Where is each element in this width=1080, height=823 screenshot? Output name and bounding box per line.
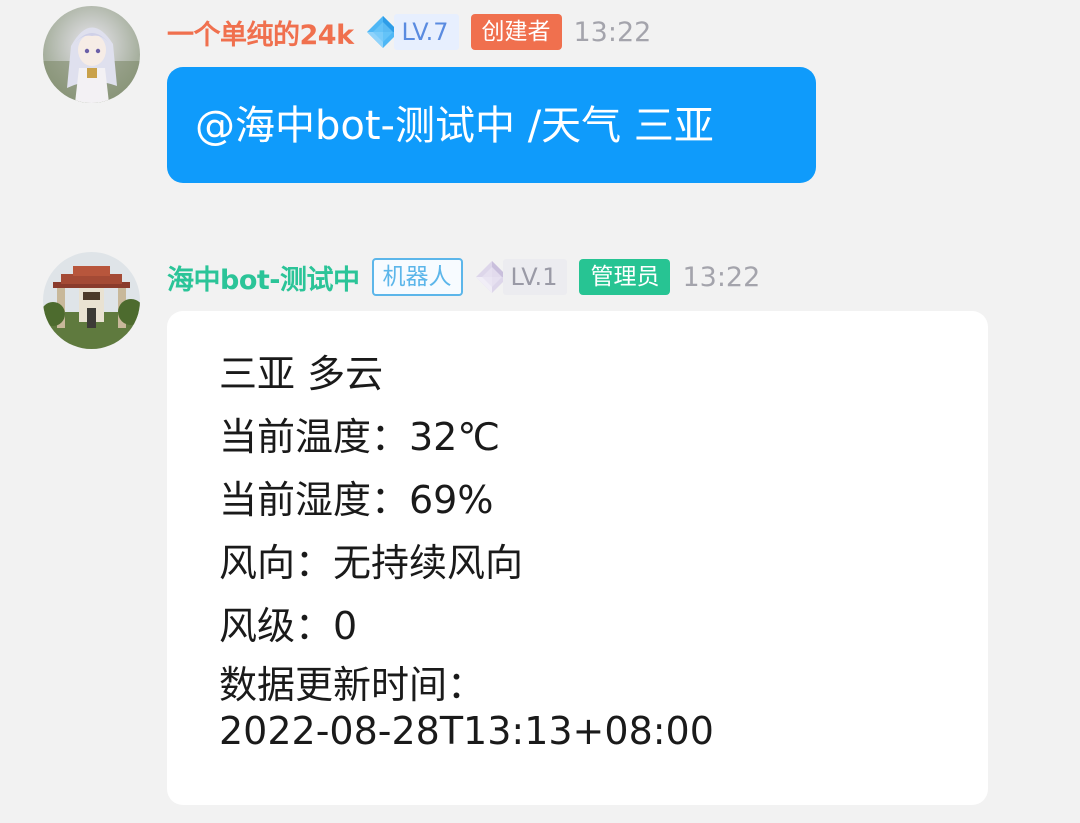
bot-avatar[interactable] [43,252,140,349]
message-bubble[interactable]: 三亚 多云 当前温度：32℃ 当前湿度：69% 风向：无持续风向 风级：0 数据… [167,311,988,805]
sender-name[interactable]: 一个单纯的24k [167,13,354,52]
humidity-line: 当前湿度：69% [219,478,494,522]
message-header: 海中bot-测试中 机器人 LV.1 管理员 13:22 [167,254,760,300]
sender-name[interactable]: 海中bot-测试中 [167,258,360,297]
update-time-value: 2022-08-28T13:13+08:00 [219,709,714,753]
wind-direction-line: 风向：无持续风向 [219,541,524,585]
message-time: 13:22 [573,16,652,48]
level-badge: LV.1 [502,259,568,295]
level-badge: LV.7 [393,14,459,50]
wind-level-line: 风级：0 [219,604,358,648]
user-avatar[interactable] [43,6,140,103]
temperature-line: 当前温度：32℃ [219,415,501,459]
update-time-label: 数据更新时间： [219,663,486,707]
bot-badge: 机器人 [371,258,463,296]
avatar-image-icon [43,6,140,103]
message-header: 一个单纯的24k LV.7 创建者 13:22 [167,9,651,55]
role-badge: 创建者 [470,14,562,50]
weather-location-line: 三亚 多云 [219,352,384,396]
role-badge: 管理员 [579,259,671,295]
message-text: @海中bot-测试中 /天气 三亚 [195,103,714,149]
message-bubble[interactable]: @海中bot-测试中 /天气 三亚 [167,67,816,183]
avatar-image-icon [43,252,140,349]
message-time: 13:22 [682,261,761,293]
